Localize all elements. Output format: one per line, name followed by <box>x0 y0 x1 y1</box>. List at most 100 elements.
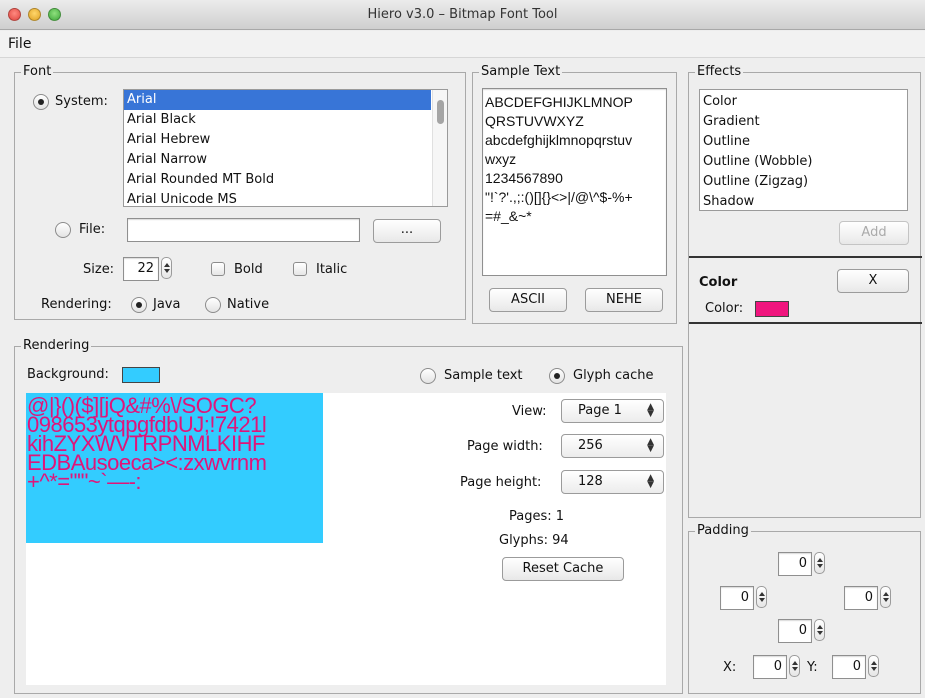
size-stepper[interactable] <box>161 257 172 279</box>
effect-list-item[interactable]: Outline (Zigzag) <box>700 172 907 192</box>
font-panel: Font System: Arial Arial Black Arial Hebre… <box>14 64 466 320</box>
padding-right-value: 0 <box>864 590 873 605</box>
rendering-legend: Rendering <box>21 338 92 353</box>
font-list-item[interactable]: Arial <box>124 90 431 110</box>
system-label: System: <box>55 94 108 109</box>
sample-text-radio[interactable] <box>420 368 436 384</box>
sample-text-line: abcdefghijklmnopqrstuv <box>485 132 633 148</box>
effects-list[interactable]: Color Gradient Outline Outline (Wobble) Outl… <box>699 89 908 211</box>
select-arrows-icon: ▲ ▼ <box>647 402 654 419</box>
color-effect-title: Color <box>699 275 738 290</box>
glyph-cache-page: @|}()($][jQ&#%\/SOGC? 098653ytqpgfdbUJ;!7… <box>26 393 323 543</box>
padding-bottom-stepper[interactable] <box>814 619 825 641</box>
add-effect-button[interactable]: Add <box>839 221 909 245</box>
effect-list-item[interactable]: Outline <box>700 132 907 152</box>
glyphs-count: Glyphs: 94 <box>499 533 569 548</box>
bold-checkbox[interactable] <box>211 262 225 276</box>
native-label: Native <box>227 297 270 312</box>
x-offset-stepper[interactable] <box>789 655 800 677</box>
effects-divider-bottom <box>689 322 922 324</box>
padding-right-stepper[interactable] <box>880 586 891 608</box>
view-select[interactable]: Page 1 ▲ ▼ <box>561 399 664 423</box>
effect-list-item[interactable]: Gradient <box>700 112 907 132</box>
padding-left-stepper[interactable] <box>756 586 767 608</box>
sample-text-line: 1234567890 <box>485 170 563 186</box>
font-list-item[interactable]: Arial Black <box>124 110 431 130</box>
background-label: Background: <box>27 367 109 382</box>
sample-text-line: QRSTUVWXYZ <box>485 113 584 129</box>
effect-list-item[interactable]: Outline (Wobble) <box>700 152 907 172</box>
padding-left-field[interactable]: 0 <box>720 586 754 610</box>
view-label: View: <box>512 404 547 419</box>
java-rendering-radio[interactable] <box>131 297 147 313</box>
italic-label: Italic <box>316 262 348 277</box>
window-title: Hiero v3.0 – Bitmap Font Tool <box>367 7 558 22</box>
padding-bottom-field[interactable]: 0 <box>778 619 812 643</box>
sample-text-legend: Sample Text <box>479 64 563 79</box>
x-offset-label: X: <box>723 660 737 675</box>
size-label: Size: <box>83 262 115 277</box>
nehe-button[interactable]: NEHE <box>585 288 663 312</box>
reset-cache-button[interactable]: Reset Cache <box>502 557 624 581</box>
page-width-select[interactable]: 256 ▲ ▼ <box>561 434 664 458</box>
font-list-scroll-thumb[interactable] <box>437 100 444 124</box>
hiero-window: Hiero v3.0 – Bitmap Font Tool File Font … <box>0 0 925 698</box>
italic-checkbox[interactable] <box>293 262 307 276</box>
system-font-list[interactable]: Arial Arial Black Arial Hebrew Arial Narrow… <box>123 89 448 207</box>
page-width-value: 256 <box>578 438 603 453</box>
font-file-field[interactable] <box>127 218 360 242</box>
font-list-item[interactable]: Arial Hebrew <box>124 130 431 150</box>
sample-text-line: "!`?'.,;:()[]{}<>|/@\^$-%+ <box>485 189 633 205</box>
font-list-item[interactable]: Arial Narrow <box>124 150 431 170</box>
padding-panel: Padding 0 0 0 0 X: 0 Y: 0 <box>688 523 921 694</box>
java-label: Java <box>153 297 181 312</box>
browse-button[interactable]: ... <box>373 219 441 243</box>
menu-bar: File <box>0 31 925 58</box>
glyph-cache-option-label: Glyph cache <box>573 368 654 383</box>
padding-bottom-value: 0 <box>798 623 807 638</box>
view-value: Page 1 <box>578 403 622 418</box>
padding-top-field[interactable]: 0 <box>778 552 812 576</box>
padding-top-value: 0 <box>798 556 807 571</box>
sample-text-area[interactable]: ABCDEFGHIJKLMNOP QRSTUVWXYZ abcdefghijklmn… <box>482 88 667 276</box>
remove-effect-button[interactable]: X <box>837 269 909 293</box>
ascii-button[interactable]: ASCII <box>489 288 567 312</box>
sample-text-line: wxyz <box>485 151 517 167</box>
font-list-item[interactable]: Arial Unicode MS <box>124 190 431 206</box>
effects-divider-top <box>689 256 922 258</box>
size-value: 22 <box>137 261 154 276</box>
native-rendering-radio[interactable] <box>205 297 221 313</box>
x-offset-value: 0 <box>773 659 782 674</box>
font-panel-legend: Font <box>21 64 54 79</box>
rendering-panel: Rendering Background: Sample text Glyph … <box>14 338 683 694</box>
y-offset-label: Y: <box>807 660 818 675</box>
padding-right-field[interactable]: 0 <box>844 586 878 610</box>
effect-color-swatch[interactable] <box>755 301 789 317</box>
sample-text-option-label: Sample text <box>444 368 523 383</box>
y-offset-stepper[interactable] <box>868 655 879 677</box>
color-effect-label: Color: <box>705 301 744 316</box>
effects-legend: Effects <box>695 64 744 79</box>
size-field[interactable]: 22 <box>123 257 159 281</box>
y-offset-value: 0 <box>852 659 861 674</box>
file-font-radio[interactable] <box>55 222 71 238</box>
padding-left-value: 0 <box>740 590 749 605</box>
y-offset-field[interactable]: 0 <box>832 655 866 679</box>
title-bar: Hiero v3.0 – Bitmap Font Tool <box>0 0 925 30</box>
glyph-cache-radio[interactable] <box>549 368 565 384</box>
effect-list-item[interactable]: Shadow <box>700 192 907 210</box>
pages-count: Pages: 1 <box>509 509 565 524</box>
font-list-scrollbar[interactable] <box>432 90 447 206</box>
menu-file[interactable]: File <box>8 36 31 52</box>
x-offset-field[interactable]: 0 <box>753 655 787 679</box>
select-arrows-icon: ▲ ▼ <box>647 437 654 454</box>
page-height-select[interactable]: 128 ▲ ▼ <box>561 470 664 494</box>
system-font-radio[interactable] <box>33 94 49 110</box>
effects-panel: Effects Color Gradient Outline Outline (Wob… <box>688 64 922 518</box>
font-list-item[interactable]: Arial Rounded MT Bold <box>124 170 431 190</box>
effect-list-item[interactable]: Color <box>700 92 907 112</box>
background-color-swatch[interactable] <box>122 367 160 383</box>
padding-top-stepper[interactable] <box>814 552 825 574</box>
rendering-label: Rendering: <box>41 297 112 312</box>
page-height-value: 128 <box>578 474 603 489</box>
